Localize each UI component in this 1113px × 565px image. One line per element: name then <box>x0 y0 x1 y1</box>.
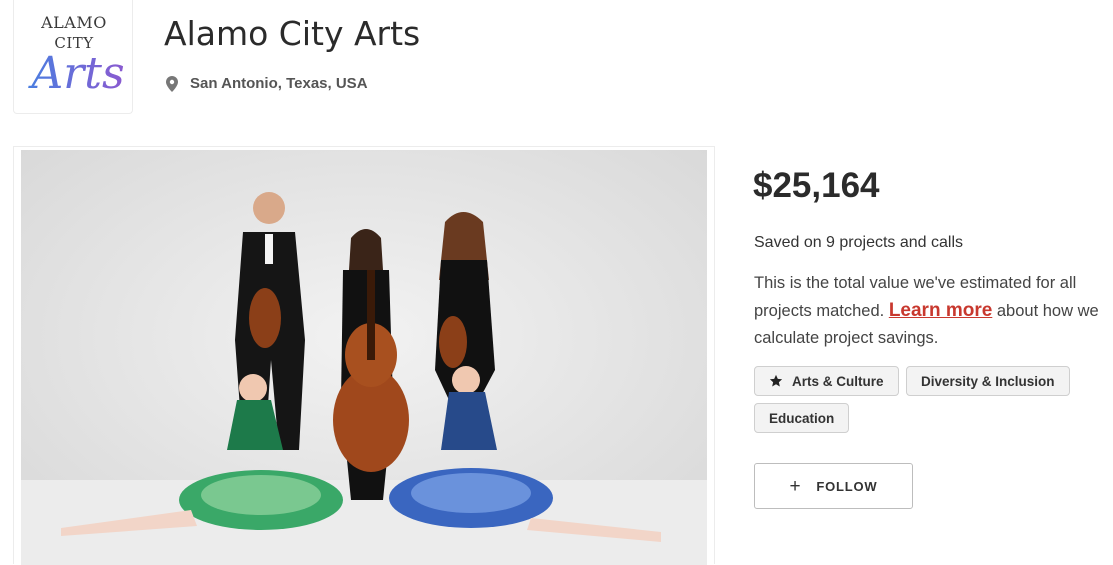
savings-description: This is the total value we've estimated … <box>754 270 1104 352</box>
tag-label: Diversity & Inclusion <box>921 373 1055 389</box>
learn-more-link[interactable]: Learn more <box>889 300 992 321</box>
svg-text:Arts: Arts <box>28 48 125 99</box>
saved-summary: Saved on 9 projects and calls <box>754 234 964 251</box>
tag-arts-culture[interactable]: Arts & Culture <box>754 366 899 396</box>
follow-button[interactable]: + FOLLOW <box>754 463 913 509</box>
follow-label: FOLLOW <box>816 478 878 494</box>
map-pin-icon <box>166 75 178 92</box>
photo-frame <box>13 146 715 565</box>
org-name: Alamo City Arts <box>164 14 421 53</box>
logo-text-alamo: ALAMO <box>41 13 107 32</box>
group-photo-image <box>21 150 707 565</box>
location: San Antonio, Texas, USA <box>166 75 368 92</box>
tag-diversity-inclusion[interactable]: Diversity & Inclusion <box>906 366 1070 396</box>
org-logo: ALAMO CITY Arts <box>13 0 133 114</box>
location-text: San Antonio, Texas, USA <box>190 75 368 92</box>
savings-amount: $25,164 <box>753 166 880 205</box>
star-icon <box>769 374 783 387</box>
tag-label: Arts & Culture <box>792 373 884 389</box>
plus-icon: + <box>789 475 802 497</box>
tag-education[interactable]: Education <box>754 403 850 433</box>
tag-label: Education <box>769 410 835 426</box>
logo-script-arts: Arts <box>28 48 125 99</box>
